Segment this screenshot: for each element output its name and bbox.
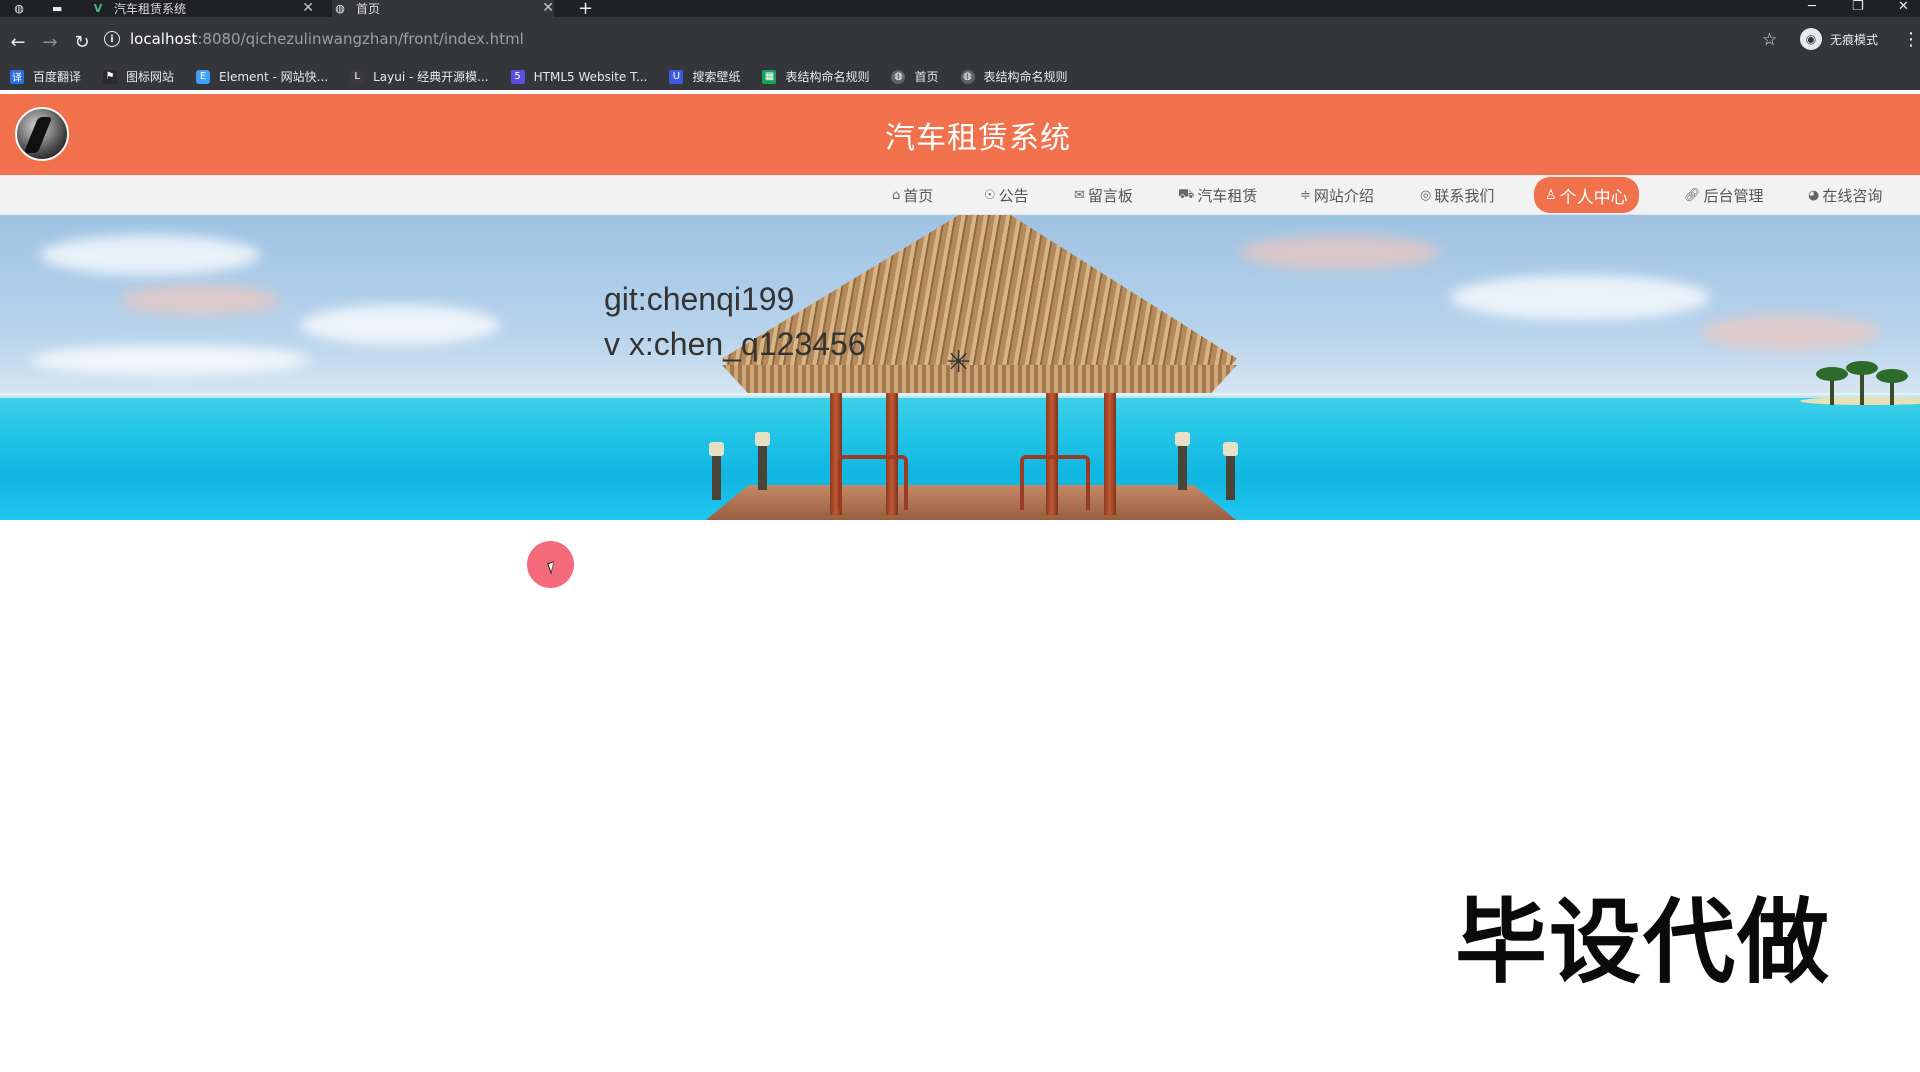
bookmark-item[interactable]: 译百度翻译 <box>10 68 81 85</box>
html5-icon: 5 <box>510 69 525 84</box>
tab-1[interactable]: V 汽车租赁系统 ✕ <box>92 0 314 17</box>
forward-arrow-icon[interactable]: → <box>38 30 62 54</box>
info-icon[interactable]: i <box>104 31 120 47</box>
pier-deck <box>706 485 1236 520</box>
wallpaper-icon: U <box>669 69 684 84</box>
bookmark-item[interactable]: U 搜索壁纸 <box>669 68 740 85</box>
cloud <box>1240 235 1440 270</box>
reload-icon[interactable]: ↻ <box>70 30 94 54</box>
home-icon: ⌂ <box>892 188 901 203</box>
browser-toolbar: ← → ↻ i localhost:8080/qichezulinwangzha… <box>0 17 1920 69</box>
flag-icon: ⚑ <box>103 69 118 84</box>
site-title: 汽车租赁系统 <box>885 120 1071 156</box>
nav-contact-us[interactable]: ◎ 联系我们 <box>1410 180 1504 211</box>
tab-2[interactable]: ◍ 首页 ✕ <box>332 0 554 17</box>
window-icon: ▬ <box>52 2 63 15</box>
bookmark-star-icon[interactable]: ☆ <box>1762 30 1777 50</box>
banner-text: git:chenqi199 v x:chen_q123456 <box>604 281 866 362</box>
browser-app-icon[interactable]: ◍ <box>14 0 34 17</box>
cloud <box>40 235 260 275</box>
nav-message-board[interactable]: ✉ 留言板 <box>1064 180 1143 211</box>
nav-online-consult[interactable]: ◕ 在线咨询 <box>1798 180 1892 211</box>
cloud <box>120 285 280 315</box>
back-arrow-icon[interactable]: ← <box>6 30 30 54</box>
browser-tab-strip: ◍ ▬ V 汽车租赁系统 ✕ ◍ 首页 ✕ + ─ ❐ ✕ <box>0 0 1920 19</box>
bookmark-item[interactable]: ◍ 首页 <box>891 68 939 85</box>
site-nav: ⌂ 首页 ☉ 公告 ✉ 留言板 ⛟ 汽车租赁 ≑ 网站介绍 ◎ 联系我们 ♙ 个人中心 🔗︎ 后… <box>0 175 1920 215</box>
translate-icon: 译 <box>10 69 24 84</box>
watermark-stamp: 毕设代做 <box>1455 889 1832 996</box>
globe-icon: ◍ <box>960 69 975 84</box>
cloud <box>1700 315 1880 350</box>
bookmark-item[interactable]: ▦ 表结构命名规则 <box>762 68 869 85</box>
bookmark-item[interactable]: L Layui - 经典开源模... <box>350 68 489 85</box>
bookmark-item[interactable]: ⚑ 图标网站 <box>103 68 174 85</box>
globe-icon: ◍ <box>335 2 345 15</box>
cloud <box>1450 275 1710 320</box>
minimize-icon[interactable]: ─ <box>1808 0 1816 14</box>
chat-icon: ◕ <box>1808 188 1820 203</box>
contact-icon: ◎ <box>1420 188 1432 203</box>
nav-notice[interactable]: ☉ 公告 <box>974 180 1039 211</box>
bookmark-item[interactable]: E Element - 网站快... <box>196 68 328 85</box>
address-bar[interactable]: i localhost:8080/qichezulinwangzhan/fron… <box>104 24 1784 54</box>
layui-icon: L <box>350 69 365 84</box>
sheet-icon: ▦ <box>762 69 777 84</box>
user-icon: ♙ <box>1545 187 1557 203</box>
nav-car-rental[interactable]: ⛟ 汽车租赁 <box>1168 180 1267 211</box>
cloud <box>30 345 310 375</box>
bookmarks-bar: 译百度翻译 ⚑ 图标网站 E Element - 网站快... L Layui - 经… <box>0 63 1920 90</box>
bookmark-item[interactable]: ◍ 表结构命名规则 <box>960 68 1068 85</box>
palm-island <box>1790 361 1920 405</box>
incognito-icon: ◉ <box>1800 28 1822 50</box>
nav-site-intro[interactable]: ≑ 网站介绍 <box>1290 180 1384 211</box>
bookmark-item[interactable]: 5 HTML5 Website T... <box>510 69 647 84</box>
element-icon: E <box>196 69 211 84</box>
cloud <box>300 305 500 345</box>
car-icon: ⛟ <box>1178 187 1195 202</box>
globe-icon: ◍ <box>14 2 24 15</box>
close-icon[interactable]: ✕ <box>302 0 314 16</box>
loading-spinner-icon: ✳ <box>946 345 972 380</box>
link-icon: 🔗︎ <box>1684 188 1701 203</box>
notice-icon: ☉ <box>984 188 996 203</box>
hero-banner: git:chenqi199 v x:chen_q123456 ✳ <box>0 215 1920 520</box>
nav-personal-center[interactable]: ♙ 个人中心 <box>1534 177 1639 213</box>
close-icon[interactable]: ✕ <box>542 0 554 16</box>
new-tab-button[interactable]: + <box>578 0 593 19</box>
mail-icon: ✉ <box>1074 188 1085 203</box>
tab-title: 汽车租赁系统 <box>114 2 187 16</box>
nav-admin[interactable]: 🔗︎ 后台管理 <box>1674 180 1774 211</box>
url-path: :8080/qichezulinwangzhan/front/index.htm… <box>197 30 524 48</box>
restore-icon[interactable]: ❐ <box>1852 0 1864 14</box>
vue-icon: V <box>93 2 103 15</box>
globe-icon: ◍ <box>891 69 906 84</box>
site-header: 汽车租赁系统 <box>0 94 1920 175</box>
close-window-icon[interactable]: ✕ <box>1898 0 1909 14</box>
intro-icon: ≑ <box>1300 188 1311 203</box>
tab-search-button[interactable]: ▬ <box>52 0 72 17</box>
url-host: localhost <box>130 30 198 48</box>
nav-home[interactable]: ⌂ 首页 <box>882 180 943 211</box>
more-menu-icon[interactable]: ⋮ <box>1902 29 1920 50</box>
tab-title: 首页 <box>356 2 381 16</box>
profile-label: 无痕模式 <box>1830 32 1879 47</box>
incognito-profile-button[interactable]: ◉ 无痕模式 <box>1800 28 1878 50</box>
